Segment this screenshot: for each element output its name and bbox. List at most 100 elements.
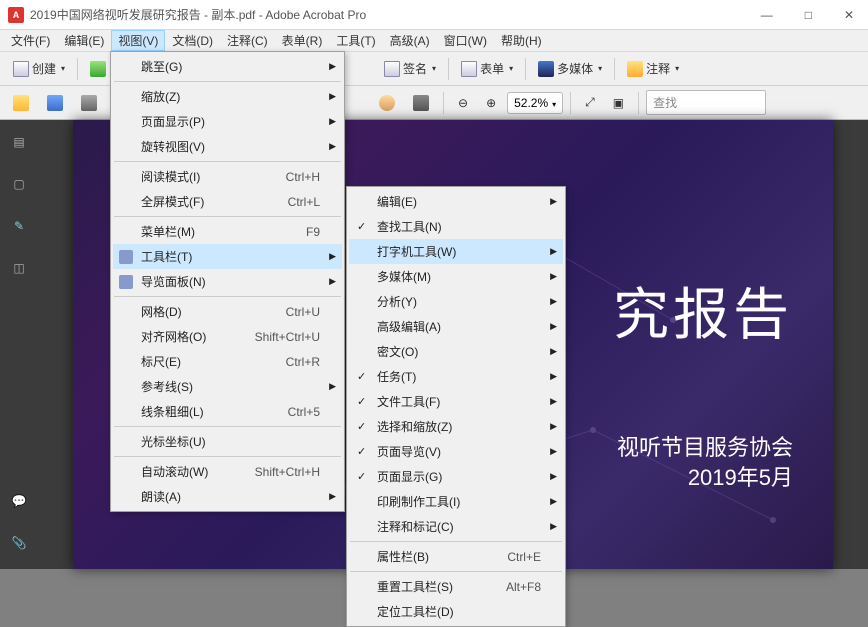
media-icon xyxy=(538,61,554,77)
menu-file[interactable]: 文件(F) xyxy=(4,30,57,51)
submenu-find-tools[interactable]: ✓查找工具(N) xyxy=(349,214,563,239)
menu-advanced[interactable]: 高级(A) xyxy=(383,30,437,51)
menu-line-weight[interactable]: 线条粗细(L)Ctrl+5 xyxy=(113,399,342,424)
menu-nav-panels[interactable]: 导览面板(N)▶ xyxy=(113,269,342,294)
zoom-out-button[interactable]: ⊖ xyxy=(451,92,475,114)
menu-goto[interactable]: 跳至(G)▶ xyxy=(113,54,342,79)
layers-panel-icon[interactable]: ◫ xyxy=(7,256,31,280)
submenu-reset-toolbars[interactable]: 重置工具栏(S)Alt+F8 xyxy=(349,574,563,599)
select-icon xyxy=(413,95,429,111)
doc-icon xyxy=(13,61,29,77)
create-button[interactable]: 创建▾ xyxy=(6,56,72,81)
annotate-button[interactable]: 注释▾ xyxy=(620,56,686,81)
menu-rotate[interactable]: 旋转视图(V)▶ xyxy=(113,134,342,159)
doc-subtitle-2: 2019年5月 xyxy=(688,460,793,492)
print-button[interactable] xyxy=(74,91,104,115)
print-icon xyxy=(81,95,97,111)
search-input[interactable]: 查找 xyxy=(646,90,766,115)
check-icon: ✓ xyxy=(357,370,366,383)
window-buttons: — □ ✕ xyxy=(755,6,860,24)
folder-icon xyxy=(13,95,29,111)
multimedia-button[interactable]: 多媒体▾ xyxy=(531,56,609,81)
app-icon: A xyxy=(8,7,24,23)
menu-grid[interactable]: 网格(D)Ctrl+U xyxy=(113,299,342,324)
combine-button[interactable] xyxy=(83,57,113,81)
submenu-page-display[interactable]: ✓页面显示(G)▶ xyxy=(349,464,563,489)
view-menu: 跳至(G)▶ 缩放(Z)▶ 页面显示(P)▶ 旋转视图(V)▶ 阅读模式(I)C… xyxy=(110,51,345,512)
fit-page-button[interactable]: ▣ xyxy=(606,92,631,114)
submenu-multimedia[interactable]: 多媒体(M)▶ xyxy=(349,264,563,289)
submenu-print-production[interactable]: 印刷制作工具(I)▶ xyxy=(349,489,563,514)
separator xyxy=(570,92,571,114)
menu-guides[interactable]: 参考线(S)▶ xyxy=(113,374,342,399)
maximize-button[interactable]: □ xyxy=(799,6,818,24)
separator xyxy=(525,58,526,80)
toolbars-submenu: 编辑(E)▶ ✓查找工具(N) 打字机工具(W)▶ 多媒体(M)▶ 分析(Y)▶… xyxy=(346,186,566,627)
form-icon xyxy=(461,61,477,77)
menu-ruler[interactable]: 标尺(E)Ctrl+R xyxy=(113,349,342,374)
menu-forms[interactable]: 表单(R) xyxy=(275,30,330,51)
menu-edit[interactable]: 编辑(E) xyxy=(57,30,111,51)
submenu-security[interactable]: 密文(O)▶ xyxy=(349,339,563,364)
attachments-panel-icon[interactable]: 📎 xyxy=(7,531,31,555)
doc-heading: 究报告 xyxy=(613,270,793,351)
menu-read-aloud[interactable]: 朗读(A)▶ xyxy=(113,484,342,509)
separator xyxy=(614,58,615,80)
open-button[interactable] xyxy=(6,91,36,115)
save-button[interactable] xyxy=(40,91,70,115)
fit-width-button[interactable]: ⤢ xyxy=(578,91,602,114)
menu-page-display[interactable]: 页面显示(P)▶ xyxy=(113,109,342,134)
menu-comment[interactable]: 注释(C) xyxy=(220,30,275,51)
minimize-button[interactable]: — xyxy=(755,6,779,24)
submenu-file-tools[interactable]: ✓文件工具(F)▶ xyxy=(349,389,563,414)
menu-zoom[interactable]: 缩放(Z)▶ xyxy=(113,84,342,109)
sign-button[interactable]: 签名▾ xyxy=(377,56,443,81)
menubar: 文件(F) 编辑(E) 视图(V) 文档(D) 注释(C) 表单(R) 工具(T… xyxy=(0,30,868,52)
close-button[interactable]: ✕ xyxy=(838,6,860,24)
zoom-combo[interactable]: 52.2%▾ xyxy=(507,92,563,114)
left-panel: ▤ ▢ ✎ ◫ 💬 📎 xyxy=(0,120,38,569)
submenu-edit[interactable]: 编辑(E)▶ xyxy=(349,189,563,214)
separator xyxy=(448,58,449,80)
menu-read-mode[interactable]: 阅读模式(I)Ctrl+H xyxy=(113,164,342,189)
zoom-in-button[interactable]: ⊕ xyxy=(479,92,503,114)
submenu-comment-markup[interactable]: 注释和标记(C)▶ xyxy=(349,514,563,539)
forms-button[interactable]: 表单▾ xyxy=(454,56,520,81)
menu-cursor-coords[interactable]: 光标坐标(U) xyxy=(113,429,342,454)
submenu-advanced-edit[interactable]: 高级编辑(A)▶ xyxy=(349,314,563,339)
window-title: 2019中国网络视听发展研究报告 - 副本.pdf - Adobe Acroba… xyxy=(30,6,755,23)
pages-panel-icon[interactable]: ▤ xyxy=(7,130,31,154)
comments-panel-icon[interactable]: 💬 xyxy=(7,489,31,513)
titlebar: A 2019中国网络视听发展研究报告 - 副本.pdf - Adobe Acro… xyxy=(0,0,868,30)
hand-icon xyxy=(379,95,395,111)
menu-window[interactable]: 窗口(W) xyxy=(437,30,494,51)
menu-menubar[interactable]: 菜单栏(M)F9 xyxy=(113,219,342,244)
menu-help[interactable]: 帮助(H) xyxy=(494,30,549,51)
check-icon: ✓ xyxy=(357,395,366,408)
plus-icon xyxy=(90,61,106,77)
signatures-panel-icon[interactable]: ✎ xyxy=(7,214,31,238)
menu-document[interactable]: 文档(D) xyxy=(165,30,220,51)
menu-tools[interactable]: 工具(T) xyxy=(329,30,382,51)
menu-toolbars[interactable]: 工具栏(T)▶ xyxy=(113,244,342,269)
menu-autoscroll[interactable]: 自动滚动(W)Shift+Ctrl+H xyxy=(113,459,342,484)
submenu-typewriter[interactable]: 打字机工具(W)▶ xyxy=(349,239,563,264)
submenu-select-zoom[interactable]: ✓选择和缩放(Z)▶ xyxy=(349,414,563,439)
separator xyxy=(638,92,639,114)
menu-snap-grid[interactable]: 对齐网格(O)Shift+Ctrl+U xyxy=(113,324,342,349)
check-icon: ✓ xyxy=(357,220,366,233)
bookmarks-panel-icon[interactable]: ▢ xyxy=(7,172,31,196)
check-icon: ✓ xyxy=(357,470,366,483)
submenu-properties-bar[interactable]: 属性栏(B)Ctrl+E xyxy=(349,544,563,569)
submenu-analyze[interactable]: 分析(Y)▶ xyxy=(349,289,563,314)
check-icon: ✓ xyxy=(357,445,366,458)
hand-tool-button[interactable] xyxy=(372,91,402,115)
select-tool-button[interactable] xyxy=(406,91,436,115)
submenu-page-nav[interactable]: ✓页面导览(V)▶ xyxy=(349,439,563,464)
separator xyxy=(443,92,444,114)
submenu-dock-toolbars[interactable]: 定位工具栏(D) xyxy=(349,599,563,624)
submenu-tasks[interactable]: ✓任务(T)▶ xyxy=(349,364,563,389)
menu-view[interactable]: 视图(V) xyxy=(111,30,165,51)
menu-fullscreen[interactable]: 全屏模式(F)Ctrl+L xyxy=(113,189,342,214)
note-icon xyxy=(627,61,643,77)
